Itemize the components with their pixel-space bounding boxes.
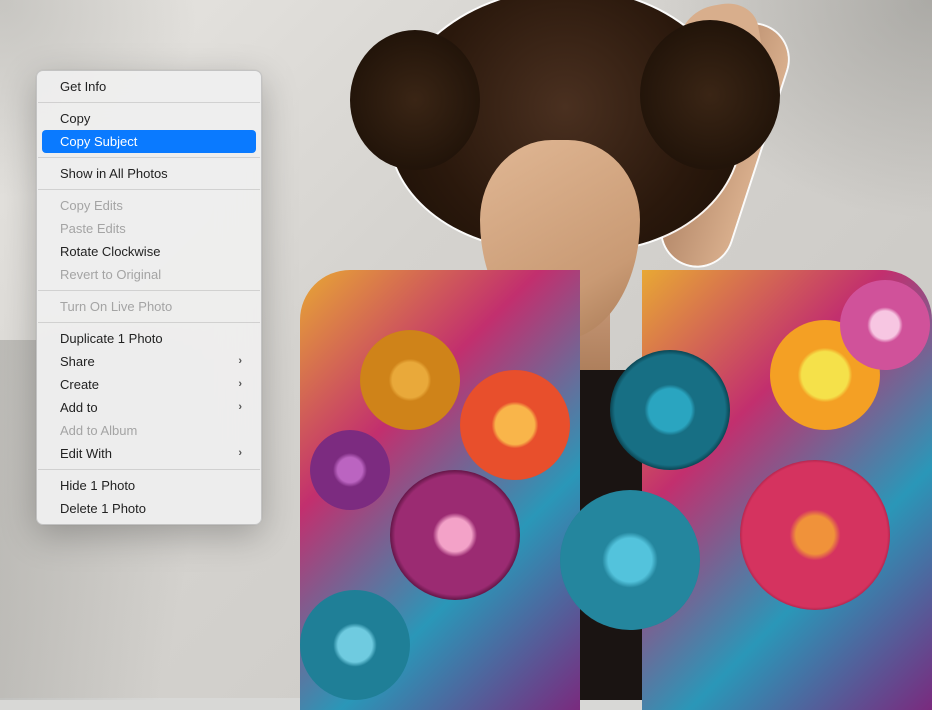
menu-item-label: Revert to Original [60, 266, 161, 283]
chevron-right-icon: › [238, 376, 242, 393]
menu-item-label: Turn On Live Photo [60, 298, 172, 315]
jacket-pattern [390, 470, 520, 600]
jacket-pattern [300, 590, 410, 700]
menu-item-label: Copy [60, 110, 90, 127]
jacket-pattern [560, 490, 700, 630]
menu-item-label: Get Info [60, 78, 106, 95]
chevron-right-icon: › [238, 445, 242, 462]
jacket-pattern [310, 430, 390, 510]
menu-item-label: Copy Subject [60, 133, 137, 150]
menu-separator [38, 157, 260, 158]
menu-item-revert-to-original: Revert to Original [42, 263, 256, 286]
jacket-pattern [740, 460, 890, 610]
jacket-pattern [840, 280, 930, 370]
menu-item-label: Hide 1 Photo [60, 477, 135, 494]
chevron-right-icon: › [238, 353, 242, 370]
menu-item-show-in-all-photos[interactable]: Show in All Photos [42, 162, 256, 185]
menu-item-label: Duplicate 1 Photo [60, 330, 163, 347]
jacket-pattern [610, 350, 730, 470]
context-menu: Get Info Copy Copy Subject Show in All Phot… [36, 70, 262, 525]
menu-item-label: Delete 1 Photo [60, 500, 146, 517]
menu-item-rotate-clockwise[interactable]: Rotate Clockwise [42, 240, 256, 263]
photo-subject [300, 0, 932, 698]
menu-item-delete-1-photo[interactable]: Delete 1 Photo [42, 497, 256, 520]
menu-separator [38, 102, 260, 103]
menu-separator [38, 322, 260, 323]
menu-separator [38, 469, 260, 470]
menu-item-copy-edits: Copy Edits [42, 194, 256, 217]
menu-separator [38, 290, 260, 291]
menu-item-get-info[interactable]: Get Info [42, 75, 256, 98]
menu-item-label: Add to Album [60, 422, 137, 439]
menu-item-copy[interactable]: Copy [42, 107, 256, 130]
menu-item-label: Add to [60, 399, 98, 416]
jacket-pattern [460, 370, 570, 480]
menu-item-label: Paste Edits [60, 220, 126, 237]
menu-item-add-to[interactable]: Add to › [42, 396, 256, 419]
menu-item-add-to-album: Add to Album [42, 419, 256, 442]
menu-item-label: Edit With [60, 445, 112, 462]
menu-item-turn-on-live-photo: Turn On Live Photo [42, 295, 256, 318]
menu-item-hide-1-photo[interactable]: Hide 1 Photo [42, 474, 256, 497]
menu-item-label: Share [60, 353, 95, 370]
menu-separator [38, 189, 260, 190]
jacket-pattern [360, 330, 460, 430]
menu-item-label: Show in All Photos [60, 165, 168, 182]
menu-item-create[interactable]: Create › [42, 373, 256, 396]
menu-item-label: Rotate Clockwise [60, 243, 160, 260]
menu-item-paste-edits: Paste Edits [42, 217, 256, 240]
menu-item-copy-subject[interactable]: Copy Subject [42, 130, 256, 153]
chevron-right-icon: › [238, 399, 242, 416]
menu-item-label: Create [60, 376, 99, 393]
menu-item-share[interactable]: Share › [42, 350, 256, 373]
menu-item-edit-with[interactable]: Edit With › [42, 442, 256, 465]
menu-item-label: Copy Edits [60, 197, 123, 214]
menu-item-duplicate-1-photo[interactable]: Duplicate 1 Photo [42, 327, 256, 350]
